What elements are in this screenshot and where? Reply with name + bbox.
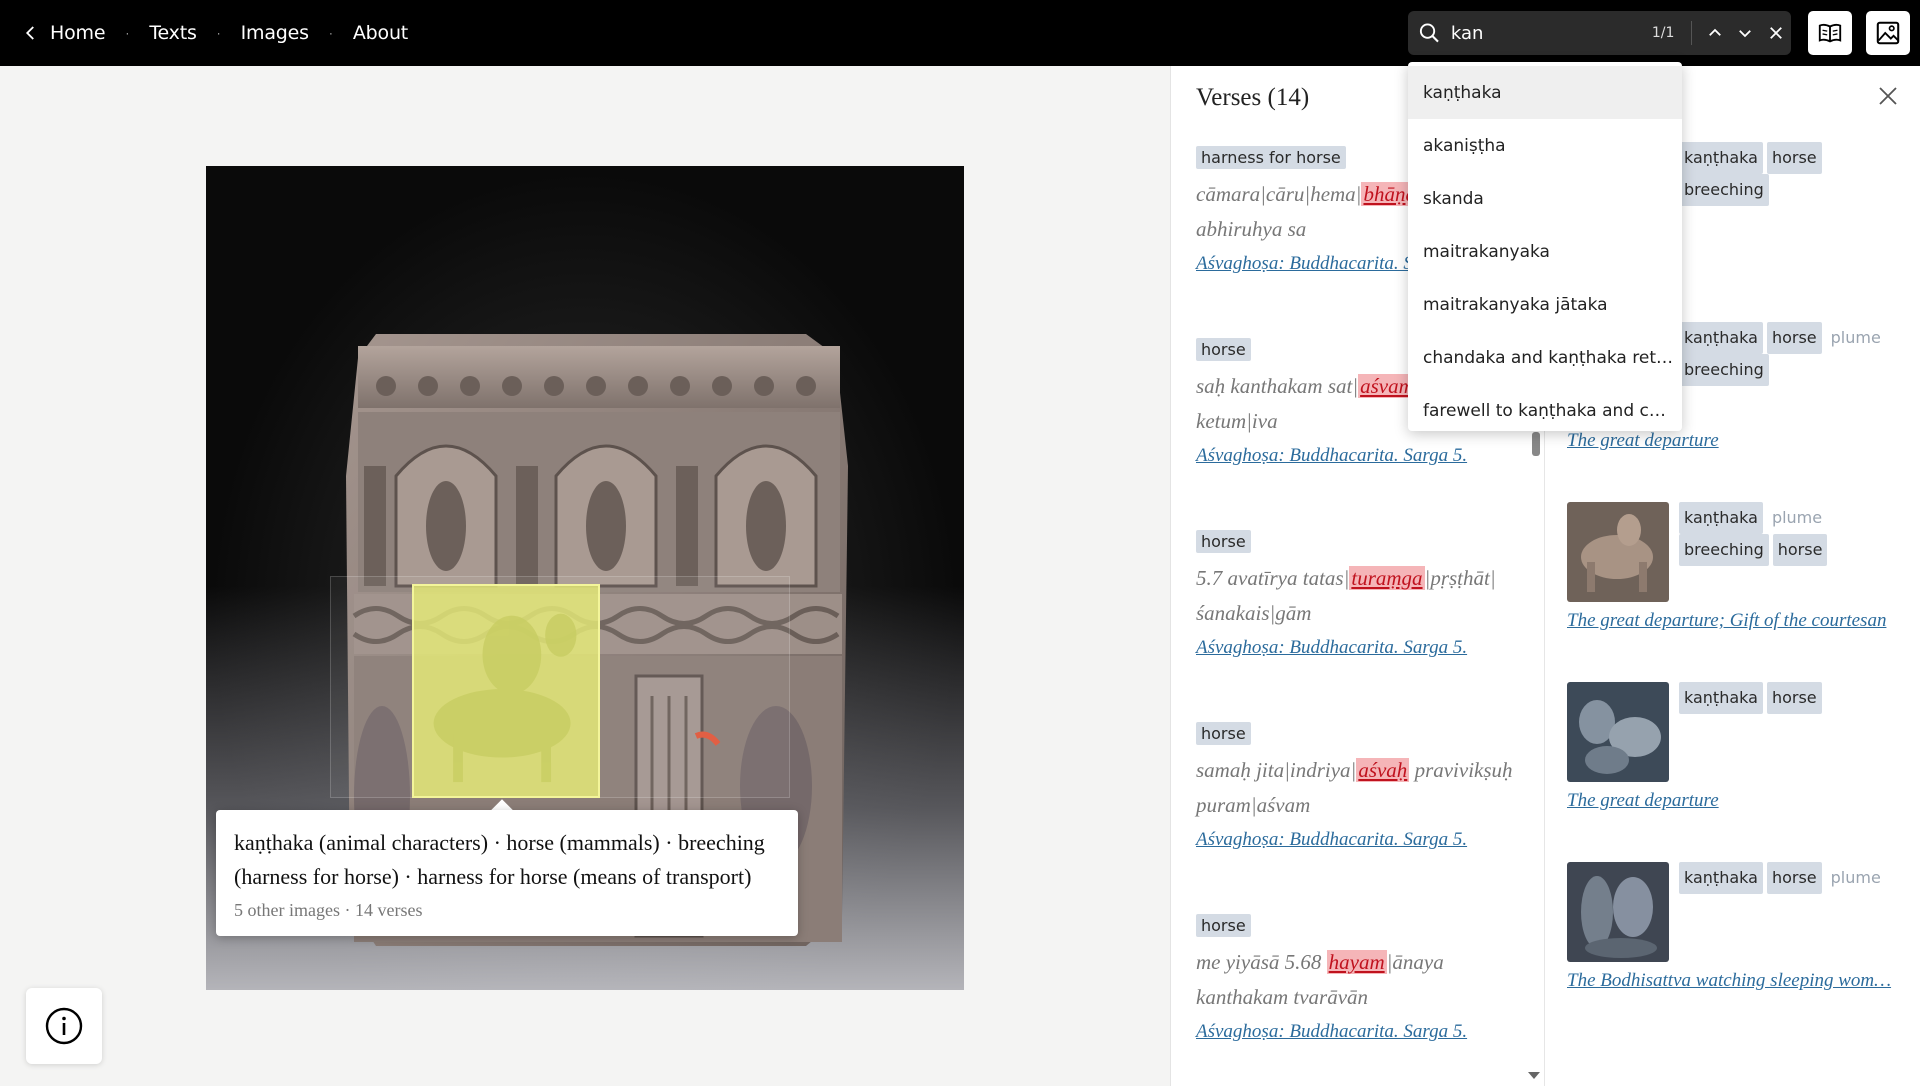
info-icon (45, 1007, 83, 1045)
about-link[interactable]: About (353, 22, 408, 44)
image-tag[interactable]: horse (1772, 534, 1828, 566)
verse-source-link[interactable]: Aśvaghoṣa: Buddhacarita. Sarga 5. (1196, 1021, 1536, 1043)
image-tags: kaṇṭhaka horse breeching (1679, 142, 1919, 206)
verse-tag[interactable]: horse (1196, 722, 1251, 745)
verse-source-link[interactable]: Aśvaghoṣa: Buddhacarita. Sarga 5. (1196, 829, 1536, 851)
verse-text: samaḥ jita|indriya|aśvaḥ pravivikṣuḥ pur… (1196, 758, 1513, 817)
info-button[interactable] (26, 988, 102, 1064)
chevron-up-icon (1708, 28, 1721, 36)
verse-source-link[interactable]: Aśvaghoṣa: Buddhacarita. Sarga 5. (1196, 445, 1536, 467)
verse-source-link[interactable]: Aśvaghoṣa: Buddhacarita. Sarga 5. (1196, 637, 1536, 659)
verses-title: Verses (14) (1196, 84, 1310, 111)
image-tag[interactable]: breeching (1679, 354, 1769, 386)
close-icon (1879, 87, 1897, 105)
suggestion-item[interactable]: akaniṣṭha (1408, 119, 1682, 172)
annotation-tooltip[interactable]: kaṇṭhaka (animal characters) · horse (ma… (216, 810, 798, 936)
image-tag[interactable]: horse (1766, 142, 1822, 174)
image-tags: kaṇṭhaka plume breeching horse (1679, 502, 1919, 566)
clear-search-button[interactable] (1761, 17, 1792, 49)
related-image-thumbnail[interactable] (1567, 682, 1669, 782)
annotation-labels: kaṇṭhaka (animal characters) · horse (ma… (234, 830, 765, 889)
image-tags: kaṇṭhaka horse (1679, 682, 1919, 714)
verse-tag[interactable]: harness for horse (1196, 146, 1346, 169)
related-image-thumbnail[interactable] (1567, 502, 1669, 602)
image-tag[interactable]: horse (1766, 682, 1822, 714)
nav-separator: · (216, 26, 221, 40)
home-label: Home (50, 22, 106, 44)
suggestion-item[interactable]: chandaka and kaṇṭhaka return (1408, 331, 1682, 384)
annotation-counts: 5 other images · 14 verses (234, 900, 423, 920)
nav-separator: · (125, 26, 130, 40)
book-icon (1818, 23, 1842, 43)
home-link[interactable]: Home (22, 22, 106, 44)
image-title-link[interactable]: The great departure; Gift of the courtes… (1567, 610, 1897, 632)
image-tag[interactable]: kaṇṭhaka (1679, 862, 1763, 894)
top-bar: Home · Texts · Images · About 1/1 (0, 0, 1920, 66)
search-divider (1690, 21, 1692, 45)
verse-match: aśvaḥ (1356, 758, 1410, 782)
related-image-thumbnail[interactable] (1567, 862, 1669, 962)
verse-tag[interactable]: horse (1196, 338, 1251, 361)
next-result-button[interactable] (1730, 17, 1761, 49)
chevron-left-icon (25, 26, 34, 40)
suggestion-item[interactable]: skanda (1408, 172, 1682, 225)
image-tag[interactable]: horse (1766, 862, 1822, 894)
image-title-link[interactable]: The great departure (1567, 790, 1897, 812)
image-tag[interactable]: plume (1826, 862, 1886, 894)
suggestion-item[interactable]: maitrakanyaka jātaka (1408, 278, 1682, 331)
search-icon (1419, 23, 1439, 43)
image-tag[interactable]: kaṇṭhaka (1679, 682, 1763, 714)
image-title-link[interactable]: The Bodhisattva watching sleeping wom… (1567, 970, 1897, 992)
images-link[interactable]: Images (241, 22, 309, 44)
verse-match: turaṃga (1349, 566, 1425, 590)
image-tag[interactable]: breeching (1679, 534, 1769, 566)
image-tag[interactable]: plume (1826, 322, 1886, 354)
image-icon (1876, 21, 1900, 45)
suggestion-item[interactable]: kaṇṭhaka (1408, 66, 1682, 119)
verse-tag[interactable]: horse (1196, 530, 1251, 553)
texts-link[interactable]: Texts (149, 22, 197, 44)
images-view-button[interactable] (1866, 11, 1910, 55)
verse-text: me yiyāsā 5.68 hayam|ānaya kanthakam tva… (1196, 950, 1444, 1009)
image-tag[interactable]: horse (1766, 322, 1822, 354)
image-tags: kaṇṭhaka horse plume (1679, 862, 1919, 894)
verse-match: hayam (1326, 950, 1387, 974)
suggestion-item[interactable]: farewell to kaṇṭhaka and caṇ… (1408, 384, 1682, 431)
nav-separator: · (328, 26, 333, 40)
close-panel-button[interactable] (1876, 84, 1904, 112)
verse-text: 5.7 avatīrya tatas|turaṃga|pṛṣṭhāt| śana… (1196, 566, 1496, 625)
verse-item: horse samaḥ jita|indriya|aśvaḥ pravivikṣ… (1196, 722, 1536, 851)
verses-scrollbar-thumb[interactable] (1532, 432, 1540, 456)
image-tag[interactable]: kaṇṭhaka (1679, 502, 1763, 534)
main-nav: Home · Texts · Images · About (22, 0, 408, 66)
search-suggestions: kaṇṭhaka akaniṣṭha skanda maitrakanyaka … (1408, 62, 1682, 431)
close-icon (1769, 27, 1782, 39)
search-result-count: 1/1 (1651, 25, 1675, 41)
verse-item: horse me yiyāsā 5.68 hayam|ānaya kanthak… (1196, 914, 1536, 1043)
search-input[interactable] (1450, 22, 1646, 44)
suggestion-item[interactable]: maitrakanyaka (1408, 225, 1682, 278)
image-tag[interactable]: kaṇṭhaka (1679, 142, 1763, 174)
image-tags: kaṇṭhaka horse plume breeching (1679, 322, 1919, 386)
image-title-link[interactable]: The great departure (1567, 430, 1897, 452)
image-tag[interactable]: breeching (1679, 174, 1769, 206)
verse-tag[interactable]: horse (1196, 914, 1251, 937)
verse-item: horse 5.7 avatīrya tatas|turaṃga|pṛṣṭhāt… (1196, 530, 1536, 659)
image-tag[interactable]: plume (1767, 502, 1827, 534)
texts-view-button[interactable] (1808, 11, 1852, 55)
previous-result-button[interactable] (1700, 17, 1731, 49)
chevron-down-icon (1739, 30, 1752, 38)
highlighted-region[interactable] (412, 584, 600, 798)
horse-relief-detail (433, 613, 577, 783)
scroll-down-arrow[interactable] (1528, 1072, 1540, 1079)
search-box: 1/1 (1408, 11, 1791, 55)
image-tag[interactable]: kaṇṭhaka (1679, 322, 1763, 354)
